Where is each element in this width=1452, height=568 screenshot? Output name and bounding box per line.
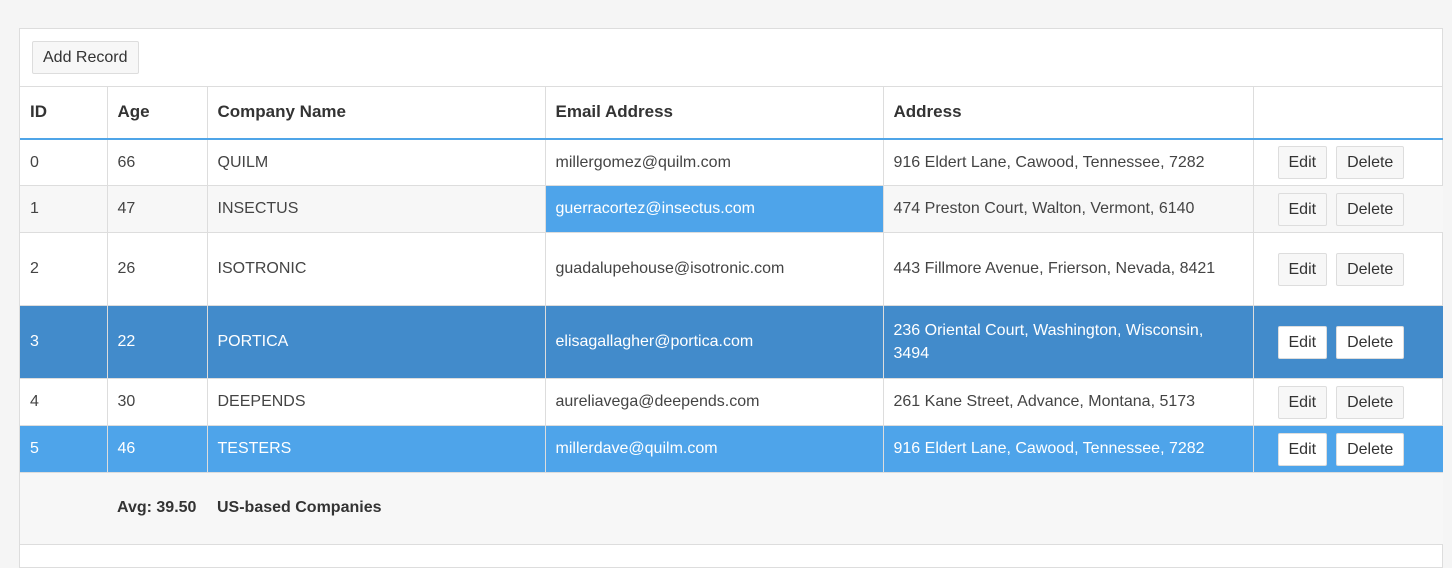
summary-email [545,472,883,545]
cell-address[interactable]: 236 Oriental Court, Washington, Wisconsi… [882,305,1253,379]
cell-age[interactable]: 47 [106,185,207,233]
summary-row: Avg: 39.50 US-based Companies [20,472,1443,545]
cell-email[interactable]: aureliavega@deepends.com [544,378,883,426]
column-header-company[interactable]: Company Name [206,86,545,140]
summary-actions [1253,472,1443,545]
delete-button[interactable]: Delete [1336,432,1405,466]
cell-age[interactable]: 46 [106,425,207,473]
records-table: ID Age Company Name Email Address Addres… [20,86,1443,545]
data-grid-panel: Add Record ID Age Company Name Email Add… [19,28,1443,568]
cell-actions: Edit Delete [1252,232,1443,306]
cell-email[interactable]: elisagallagher@portica.com [544,305,883,379]
edit-button[interactable]: Edit [1277,192,1328,226]
delete-button[interactable]: Delete [1336,385,1405,419]
table-row[interactable]: 2 26 ISOTRONIC guadalupehouse@isotronic.… [20,232,1443,306]
cell-actions: Edit Delete [1252,425,1443,473]
cell-id[interactable]: 0 [20,138,107,186]
column-header-address[interactable]: Address [882,86,1253,140]
cell-id[interactable]: 2 [20,232,107,306]
cell-company[interactable]: DEEPENDS [206,378,545,426]
cell-age[interactable]: 66 [106,138,207,186]
table-row[interactable]: 4 30 DEEPENDS aureliavega@deepends.com 2… [20,378,1443,426]
cell-address[interactable]: 443 Fillmore Avenue, Frierson, Nevada, 8… [882,232,1253,306]
table-row-selected[interactable]: 3 22 PORTICA elisagallagher@portica.com … [20,305,1443,379]
cell-company[interactable]: QUILM [206,138,545,186]
cell-actions: Edit Delete [1252,305,1443,379]
cell-id[interactable]: 1 [20,185,107,233]
toolbar: Add Record [20,29,1442,86]
cell-id[interactable]: 3 [20,305,107,379]
summary-company: US-based Companies [207,472,545,545]
table-header-row: ID Age Company Name Email Address Addres… [20,86,1443,140]
delete-button[interactable]: Delete [1336,252,1405,286]
column-header-id[interactable]: ID [20,86,107,140]
table-row-selected[interactable]: 5 46 TESTERS millerdave@quilm.com 916 El… [20,425,1443,473]
cell-address[interactable]: 916 Eldert Lane, Cawood, Tennessee, 7282 [882,425,1253,473]
column-header-actions [1252,86,1443,140]
edit-button[interactable]: Edit [1277,252,1328,286]
column-header-email[interactable]: Email Address [544,86,883,140]
delete-button[interactable]: Delete [1336,325,1405,359]
cell-actions: Edit Delete [1252,185,1443,233]
cell-email[interactable]: millergomez@quilm.com [544,138,883,186]
table-row[interactable]: 1 47 INSECTUS guerracortez@insectus.com … [20,185,1443,233]
cell-company[interactable]: TESTERS [206,425,545,473]
edit-button[interactable]: Edit [1277,325,1328,359]
edit-button[interactable]: Edit [1277,385,1328,419]
delete-button[interactable]: Delete [1336,192,1405,226]
cell-age[interactable]: 22 [106,305,207,379]
cell-age[interactable]: 30 [106,378,207,426]
column-header-age[interactable]: Age [106,86,207,140]
cell-email-selected[interactable]: guerracortez@insectus.com [544,185,883,233]
add-record-button[interactable]: Add Record [32,41,139,74]
cell-address[interactable]: 916 Eldert Lane, Cawood, Tennessee, 7282 [882,138,1253,186]
summary-age-average: Avg: 39.50 [107,472,207,545]
edit-button[interactable]: Edit [1277,145,1328,179]
cell-company[interactable]: INSECTUS [206,185,545,233]
cell-id[interactable]: 5 [20,425,107,473]
cell-actions: Edit Delete [1252,138,1443,186]
cell-address[interactable]: 261 Kane Street, Advance, Montana, 5173 [882,378,1253,426]
cell-company[interactable]: ISOTRONIC [206,232,545,306]
cell-company[interactable]: PORTICA [206,305,545,379]
cell-age[interactable]: 26 [106,232,207,306]
cell-email[interactable]: millerdave@quilm.com [544,425,883,473]
delete-button[interactable]: Delete [1336,145,1405,179]
cell-email[interactable]: guadalupehouse@isotronic.com [544,232,883,306]
cell-id[interactable]: 4 [20,378,107,426]
summary-id [20,472,107,545]
cell-actions: Edit Delete [1252,378,1443,426]
cell-address[interactable]: 474 Preston Court, Walton, Vermont, 6140 [882,185,1253,233]
edit-button[interactable]: Edit [1277,432,1328,466]
table-row[interactable]: 0 66 QUILM millergomez@quilm.com 916 Eld… [20,138,1443,186]
summary-address [883,472,1253,545]
